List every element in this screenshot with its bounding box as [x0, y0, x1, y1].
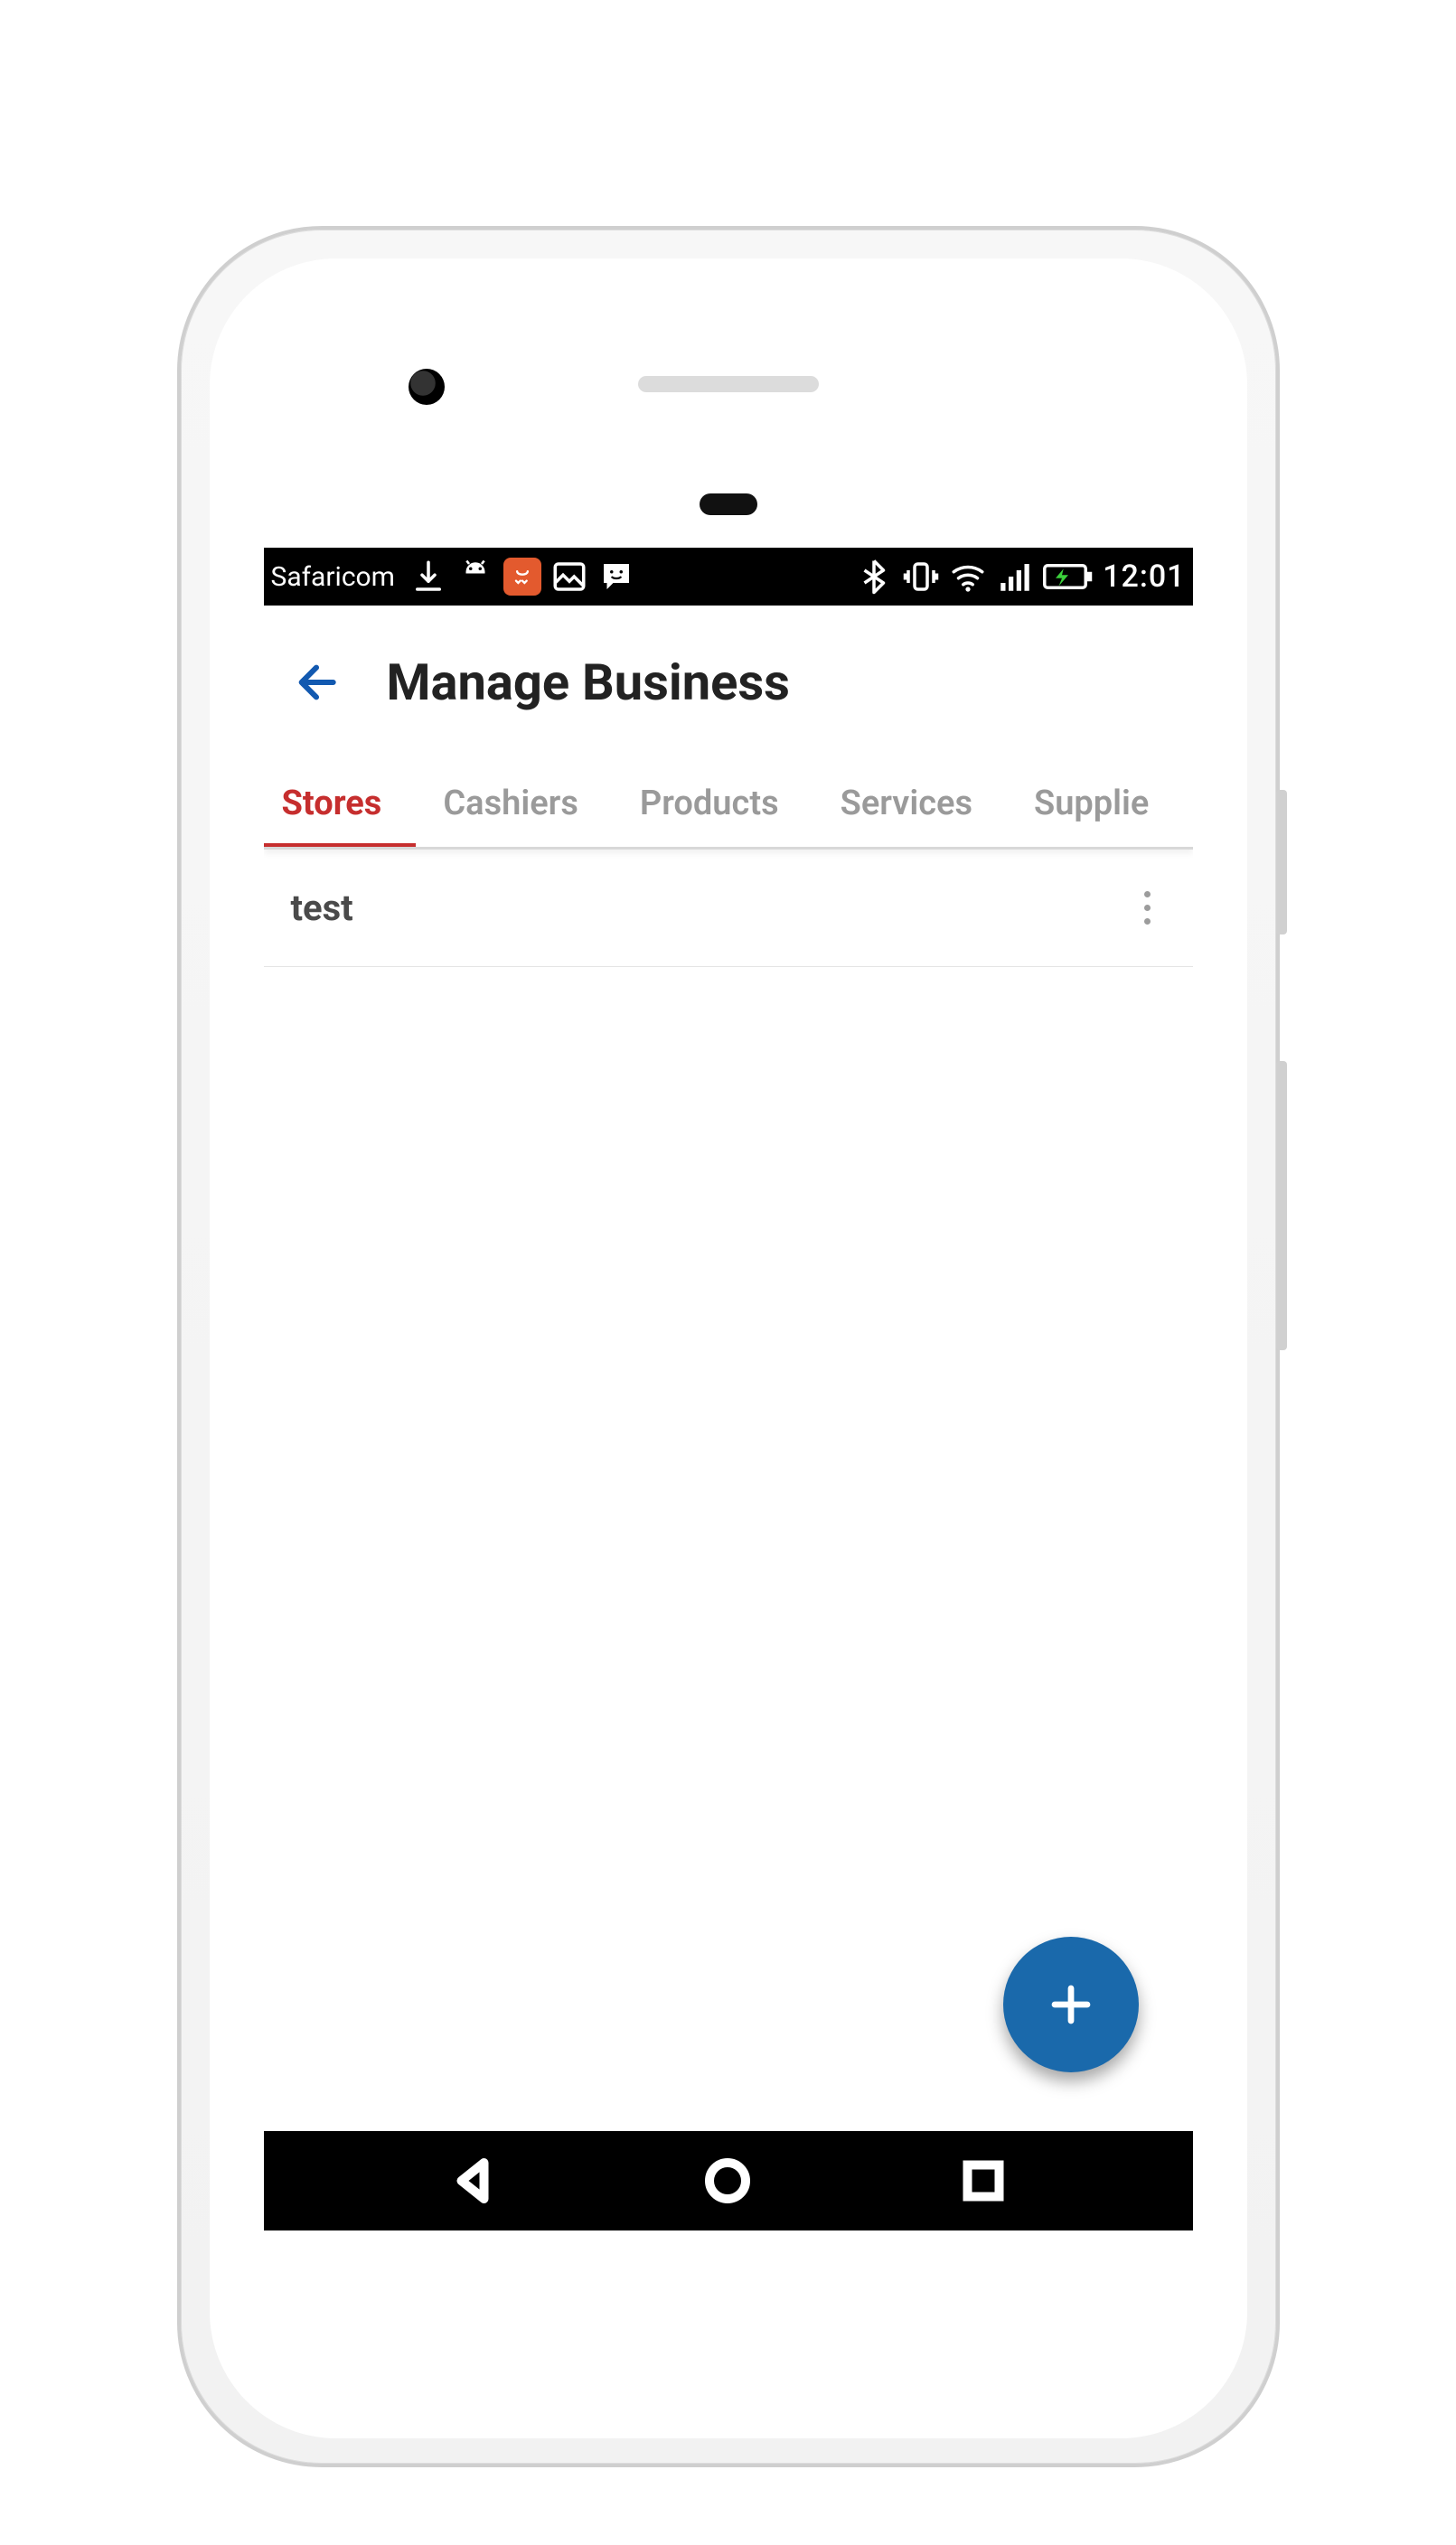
- phone-bezel: Safaricom: [210, 258, 1247, 2438]
- system-nav-bar: [264, 2131, 1193, 2230]
- list-item-label: test: [291, 887, 353, 929]
- tab-suppliers[interactable]: Supplie: [1003, 759, 1179, 847]
- message-icon: [597, 558, 635, 596]
- tab-label: Stores: [282, 784, 382, 823]
- image-icon: [550, 558, 588, 596]
- android-icon: [456, 558, 494, 596]
- proximity-sensor: [700, 493, 757, 515]
- speaker-slit: [638, 376, 819, 392]
- tab-label: Products: [640, 784, 779, 823]
- wifi-icon: [949, 558, 987, 596]
- phone-frame: Safaricom: [177, 226, 1280, 2467]
- list-item[interactable]: test: [264, 850, 1193, 967]
- tab-cashiers[interactable]: Cashiers: [412, 759, 609, 847]
- side-button-volume: [1276, 1061, 1287, 1350]
- tab-stores[interactable]: Stores: [264, 759, 413, 847]
- front-camera: [409, 369, 445, 405]
- app-bar: Manage Business: [264, 606, 1193, 759]
- tab-label: Services: [841, 784, 972, 823]
- tab-products[interactable]: Products: [609, 759, 810, 847]
- back-button[interactable]: [291, 657, 342, 708]
- status-bar: Safaricom: [264, 548, 1193, 606]
- tab-label: Cashiers: [443, 784, 578, 823]
- download-icon: [409, 558, 447, 596]
- carrier-label: Safaricom: [271, 561, 395, 593]
- add-button[interactable]: [1003, 1937, 1139, 2072]
- battery-icon: [1043, 558, 1094, 596]
- tab-label: Supplie: [1034, 784, 1149, 823]
- notification-app-icon: [503, 558, 541, 596]
- nav-home-button[interactable]: [700, 2154, 755, 2208]
- stores-list: test: [264, 850, 1193, 967]
- nav-back-button[interactable]: [446, 2154, 500, 2208]
- vibrate-icon: [902, 558, 940, 596]
- nav-recents-button[interactable]: [956, 2154, 1010, 2208]
- signal-icon: [996, 558, 1034, 596]
- tab-services[interactable]: Services: [810, 759, 1003, 847]
- page-title: Manage Business: [387, 653, 790, 712]
- tabs: Stores Cashiers Products Services Suppli…: [264, 759, 1193, 850]
- screen: Safaricom: [264, 548, 1193, 2230]
- more-options-button[interactable]: [1130, 881, 1166, 935]
- side-button-power: [1276, 790, 1287, 934]
- bluetooth-icon: [855, 558, 893, 596]
- clock-label: 12:01: [1103, 559, 1185, 595]
